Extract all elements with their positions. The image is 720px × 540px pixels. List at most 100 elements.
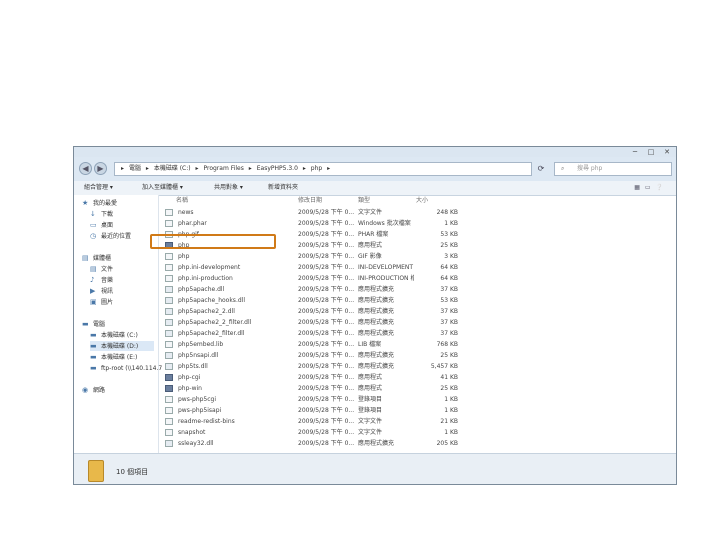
file-size: 53 KB [440,231,458,238]
file-row[interactable]: php.ini-development 2009/5/28 下午 0... INI-… [160,262,675,273]
file-type: LIB 檔案 [358,341,382,348]
nav-item-downloads[interactable]: ↓ 下載 [90,209,113,219]
network-icon: ◉ [82,386,89,394]
file-type: 文字文件 [358,418,383,425]
new-folder-button[interactable]: 新增資料夾 [268,181,298,195]
nav-item-drive-d[interactable]: ▬ 本機磁碟 (D:) [90,341,154,351]
file-icon [165,396,173,403]
column-header-type[interactable]: 類型 [358,195,370,207]
file-type: 應用程式 [358,374,383,381]
nav-item-favorites[interactable]: ★ 我的最愛 [82,198,117,208]
file-row[interactable]: pws-php5cgi 2009/5/28 下午 0... 登錄項目 1 KB [160,394,675,405]
file-row[interactable]: readme-redist-bins 2009/5/28 下午 0... 文字文件 2… [160,416,675,427]
file-modified: 2009/5/28 下午 0... [298,330,355,337]
file-row[interactable]: php.ini-production 2009/5/28 下午 0... INI-P… [160,273,675,284]
nav-item-label: 本機磁碟 (E:) [101,354,138,361]
file-row[interactable]: php 2009/5/28 下午 0... GIF 影像 3 KB [160,251,675,262]
file-size: 21 KB [440,418,458,425]
breadcrumb-separator: ▸ [302,165,306,172]
file-name: php5apache_hooks.dll [178,297,245,304]
nav-item-desktop[interactable]: ▭ 桌面 [90,220,113,230]
file-size: 53 KB [440,297,458,304]
file-name: php-cgi [178,374,201,381]
column-header-modified[interactable]: 修改日期 [298,195,322,207]
refresh-icon[interactable]: ⟳ [534,162,548,176]
file-icon [165,418,173,425]
file-size: 1 KB [444,429,458,436]
file-modified: 2009/5/28 下午 0... [298,209,355,216]
search-input[interactable]: ⌕ 搜尋 php [554,162,672,176]
file-row[interactable]: php5ts.dll 2009/5/28 下午 0... 應用程式擴充 5,457 K… [160,361,675,372]
file-type: 應用程式擴充 [358,352,395,359]
dll-file-icon [165,297,173,304]
file-row[interactable]: phar.phar 2009/5/28 下午 0... Windows 批次檔案 1 … [160,218,675,229]
file-row[interactable]: pws-php5isapi 2009/5/28 下午 0... 登錄項目 1 KB [160,405,675,416]
file-row[interactable]: ssleay32.dll 2009/5/28 下午 0... 應用程式擴充 205 K… [160,438,675,449]
nav-item-pictures[interactable]: ▣ 圖片 [90,297,113,307]
breadcrumb-segment[interactable]: Program Files [203,165,243,172]
file-name: php-win [178,385,202,392]
breadcrumb-segment[interactable]: 本機磁碟 (C:) [154,165,191,172]
file-name: php.ini-production [178,275,233,282]
nav-item-label: 本機磁碟 (D:) [101,343,139,350]
column-header-name[interactable]: 名稱 [176,195,188,207]
file-row[interactable]: news 2009/5/28 下午 0... 文字文件 248 KB [160,207,675,218]
file-name: php5apache2_2_filter.dll [178,319,252,326]
navigation-pane: ★ 我的最愛 ↓ 下載 ▭ 桌面 ◷ 最近的位置 ▤ 媒體櫃 ▤ 文件 ♪ 音樂 ▶ 視訊 ▣ 圖… [74,195,162,453]
file-icon [165,264,173,271]
file-modified: 2009/5/28 下午 0... [298,429,355,436]
file-name: pws-php5isapi [178,407,222,414]
breadcrumb-segment[interactable]: 電腦 [129,165,141,172]
view-options-icon[interactable]: ▦▭❔ [634,181,668,195]
breadcrumb-separator: ▸ [195,165,199,172]
column-header-size[interactable]: 大小 [416,195,428,207]
nav-item-computer[interactable]: ▬ 電腦 [82,319,105,329]
forward-button[interactable]: ▶ [94,162,107,175]
file-icon [165,407,173,414]
file-row[interactable]: php5apache_hooks.dll 2009/5/28 下午 0... 應用程… [160,295,675,306]
file-row[interactable]: snapshot 2009/5/28 下午 0... 文字文件 1 KB [160,427,675,438]
nav-item-drive-e[interactable]: ▬ 本機磁碟 (E:) [90,352,137,362]
nav-item-libraries[interactable]: ▤ 媒體櫃 [82,253,111,263]
file-name: php5ts.dll [178,363,208,370]
file-row[interactable]: php5apache2_2_filter.dll 2009/5/28 下午 0..… [160,317,675,328]
nav-item-label: 下載 [101,211,114,218]
address-path[interactable]: ▸ 電腦 ▸ 本機磁碟 (C:) ▸ Program Files ▸ EasyP… [114,162,532,176]
close-button[interactable]: ✕ [660,148,674,156]
file-modified: 2009/5/28 下午 0... [298,242,355,249]
breadcrumb-segment[interactable]: php [311,165,322,172]
maximize-button[interactable]: □ [644,148,658,156]
file-row[interactable]: php5nsapi.dll 2009/5/28 下午 0... 應用程式擴充 25 K… [160,350,675,361]
file-name: news [178,209,194,216]
nav-item-network[interactable]: ◉ 網路 [82,385,105,395]
nav-item-videos[interactable]: ▶ 視訊 [90,286,113,296]
breadcrumb-segment[interactable]: EasyPHP5.3.0 [257,165,298,172]
nav-item-label: 我的最愛 [93,200,118,207]
share-with-button[interactable]: 共用對象 ▾ [214,181,243,195]
file-modified: 2009/5/28 下午 0... [298,220,355,227]
nav-item-ftp-root[interactable]: ▬ ftp-root (\\140.114.7 [90,363,162,373]
file-row[interactable]: php-cgi 2009/5/28 下午 0... 應用程式 41 KB [160,372,675,383]
breadcrumb-separator: ▸ [327,165,331,172]
file-name: php.ini-development [178,264,241,271]
file-row[interactable]: php-win 2009/5/28 下午 0... 應用程式 25 KB [160,383,675,394]
file-row[interactable]: php5apache2_2.dll 2009/5/28 下午 0... 應用程式擴充… [160,306,675,317]
file-row[interactable]: php5apache2_filter.dll 2009/5/28 下午 0... 應… [160,328,675,339]
nav-item-recent-places[interactable]: ◷ 最近的位置 [90,231,131,241]
include-in-library-button[interactable]: 加入至媒體櫃 ▾ [142,181,183,195]
file-type: 應用程式擴充 [358,363,395,370]
file-row[interactable]: php5embed.lib 2009/5/28 下午 0... LIB 檔案 768 … [160,339,675,350]
minimize-button[interactable]: ─ [628,148,642,156]
nav-item-documents[interactable]: ▤ 文件 [90,264,113,274]
nav-item-music[interactable]: ♪ 音樂 [90,275,113,285]
file-type: 文字文件 [358,209,383,216]
file-type: 登錄項目 [358,407,383,414]
file-modified: 2009/5/28 下午 0... [298,319,355,326]
dll-file-icon [165,330,173,337]
back-button[interactable]: ◀ [79,162,92,175]
nav-item-label: 視訊 [101,288,114,295]
organize-button[interactable]: 組合管理 ▾ [84,181,113,195]
file-row[interactable]: php5apache.dll 2009/5/28 下午 0... 應用程式擴充 37 … [160,284,675,295]
nav-item-drive-c[interactable]: ▬ 本機磁碟 (C:) [90,330,138,340]
drive-icon: ▬ [90,342,97,350]
